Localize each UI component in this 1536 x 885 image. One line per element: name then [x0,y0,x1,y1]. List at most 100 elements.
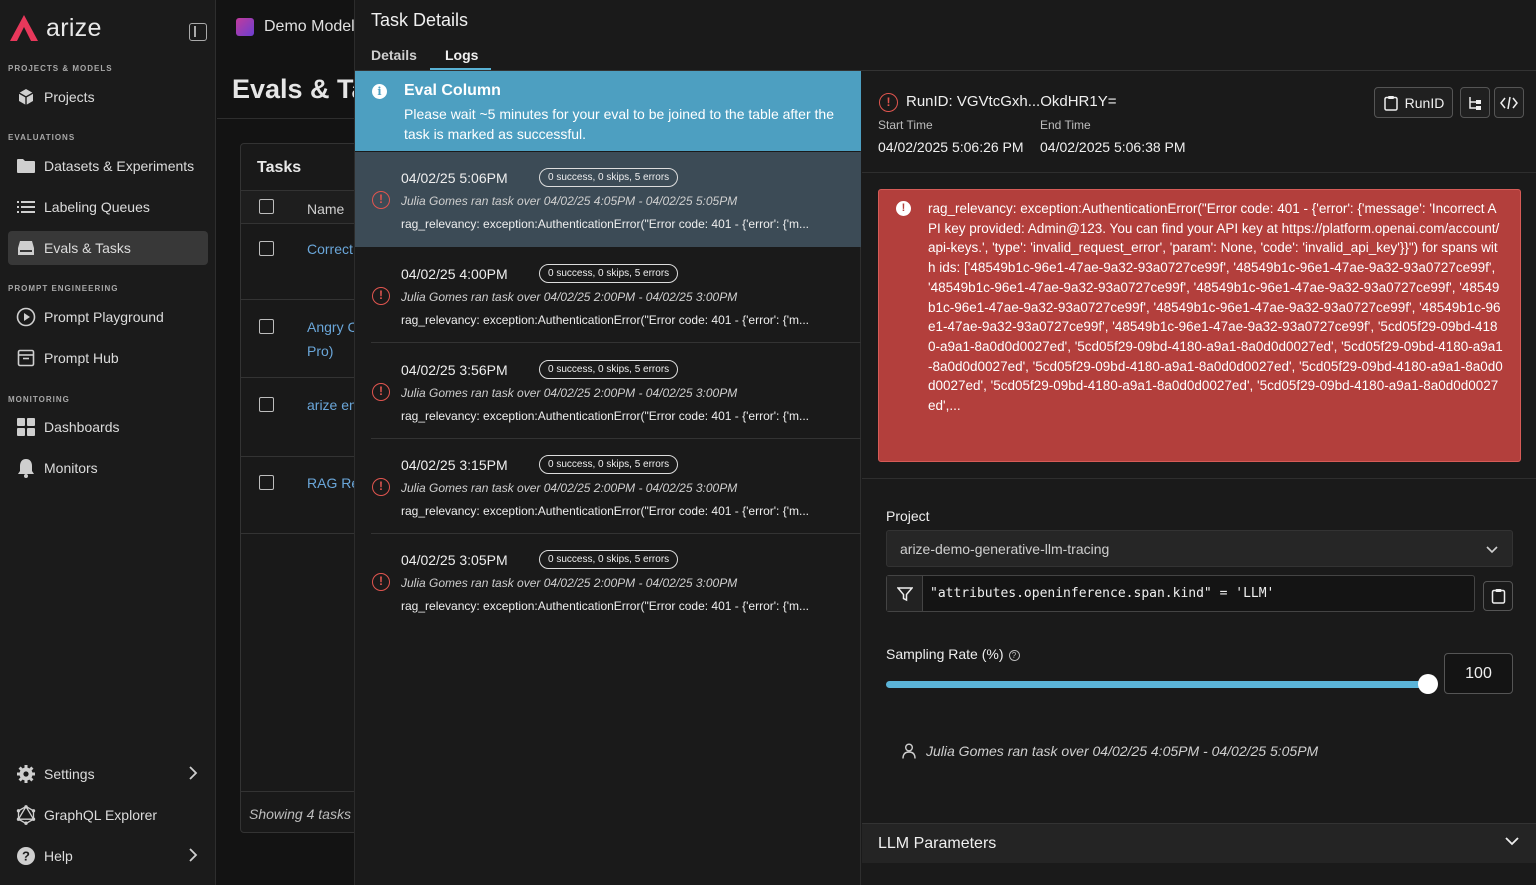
sidebar-item-projects[interactable]: Projects [8,80,208,114]
sampling-rate-text: Sampling Rate (%) [886,646,1004,662]
save-filter-button[interactable] [1483,581,1513,611]
sidebar-item-monitors[interactable]: Monitors [8,451,208,485]
task-run-text: Julia Gomes ran task over 04/02/25 4:05P… [926,743,1319,759]
sampling-rate-input[interactable]: 100 [1444,653,1513,694]
row-checkbox[interactable] [259,241,274,256]
sidebar-item-label: Settings [44,766,95,782]
table-row[interactable]: Angry C Pro) [241,301,369,378]
sidebar-item-prompt-hub[interactable]: Prompt Hub [8,341,208,375]
log-subtitle: Julia Gomes ran task over 04/02/25 2:00P… [401,481,738,495]
tab-details[interactable]: Details [371,47,417,63]
status-badge: 0 success, 0 skips, 5 errors [539,455,679,474]
chevron-down-icon [1505,837,1519,846]
start-time-value: 04/02/2025 5:06:26 PM [878,139,1024,155]
error-icon: ! [372,383,390,401]
table-row[interactable]: Correct [241,225,369,300]
end-time-label: End Time [1040,118,1091,132]
error-icon: ! [879,93,898,112]
clipboard-icon [1491,589,1505,604]
section-monitoring: MONITORING [8,395,70,404]
logo[interactable]: arize [8,12,102,44]
filter-input[interactable]: "attributes.openinference.span.kind" = '… [886,575,1475,612]
task-link[interactable]: Angry C [307,315,358,339]
sidebar-item-graphql-explorer[interactable]: GraphQL Explorer [8,798,208,832]
user-icon [902,743,916,759]
sidebar-item-label: Prompt Playground [44,309,164,325]
model-selector[interactable]: Demo Model [236,18,355,36]
logs-list: i Eval Column Please wait ~5 minutes for… [355,71,861,885]
play-icon [16,307,36,327]
row-checkbox[interactable] [259,475,274,490]
task-link-cont[interactable]: Pro) [307,339,333,363]
help-circle-icon[interactable]: ? [1008,650,1020,661]
help-icon: ? [16,846,36,866]
tab-logs[interactable]: Logs [445,47,478,63]
column-header-name: Name [307,201,345,217]
sidebar-item-settings[interactable]: Settings [8,757,208,791]
table-row[interactable]: arize en [241,379,369,457]
sidebar-item-label: Evals & Tasks [44,240,131,256]
llm-parameters-section[interactable]: LLM Parameters [862,823,1536,863]
chevron-right-icon [189,766,198,780]
task-link[interactable]: RAG Re [307,471,359,495]
gear-icon [16,764,36,784]
sidebar-item-label: Projects [44,89,95,105]
task-details-panel: Task Details Details Logs i Eval Column … [354,0,1536,885]
divider [862,478,1536,479]
cube-icon [16,87,36,107]
llm-parameters-title: LLM Parameters [878,835,997,852]
row-checkbox[interactable] [259,397,274,412]
sidebar-item-prompt-playground[interactable]: Prompt Playground [8,300,208,334]
sidebar-item-label: Help [44,848,73,864]
table-row[interactable]: RAG Re [241,458,369,534]
collapse-sidebar-icon[interactable] [189,23,207,41]
sidebar-item-labeling-queues[interactable]: Labeling Queues [8,190,208,224]
copy-runid-button[interactable]: RunID [1374,87,1453,118]
slider-thumb[interactable] [1418,674,1438,694]
log-item[interactable]: ! 04/02/25 5:06PM 0 success, 0 skips, 5 … [355,152,861,247]
sidebar-item-evals-tasks[interactable]: Evals & Tasks [8,231,208,265]
error-icon: ! [372,573,390,591]
runid-button-label: RunID [1404,94,1445,111]
log-subtitle: Julia Gomes ran task over 04/02/25 4:05P… [401,194,738,208]
log-item[interactable]: ! 04/02/25 3:05PM 0 success, 0 skips, 5 … [355,534,861,629]
code-button[interactable] [1494,87,1524,118]
task-link[interactable]: Correct [307,237,353,261]
sidebar-item-help[interactable]: ? Help [8,839,208,873]
sidebar-item-dashboards[interactable]: Dashboards [8,410,208,444]
log-item[interactable]: ! 04/02/25 3:15PM 0 success, 0 skips, 5 … [355,439,861,534]
active-tab-indicator [430,68,491,70]
task-link[interactable]: arize en [307,393,357,417]
log-time: 04/02/25 3:56PM [401,362,508,378]
trace-button[interactable] [1460,87,1490,118]
sidebar: arize PROJECTS & MODELS Projects EVALUAT… [0,0,216,885]
info-banner: i Eval Column Please wait ~5 minutes for… [355,71,861,151]
sidebar-item-label: GraphQL Explorer [44,807,158,823]
log-item[interactable]: ! 04/02/25 3:56PM 0 success, 0 skips, 5 … [355,344,861,439]
banner-text: Please wait ~5 minutes for your eval to … [404,106,834,142]
log-time: 04/02/25 5:06PM [401,170,508,186]
filter-icon [896,586,913,601]
tree-icon [1469,96,1481,110]
run-id: RunID: VGVtcGxh...OkdHR1Y= [906,93,1117,110]
table-header: Name [241,190,369,224]
chevron-right-icon [189,848,198,862]
error-icon: ! [372,478,390,496]
sidebar-item-datasets[interactable]: Datasets & Experiments [8,149,208,183]
select-all-checkbox[interactable] [259,199,274,214]
sampling-rate-slider[interactable] [886,681,1427,688]
log-subtitle: Julia Gomes ran task over 04/02/25 2:00P… [401,290,738,304]
row-checkbox[interactable] [259,319,274,334]
bell-icon [16,458,36,478]
grid-icon [16,417,36,437]
graphql-icon [16,805,36,825]
divider [217,118,357,119]
tasks-title: Tasks [257,159,302,176]
status-badge: 0 success, 0 skips, 5 errors [539,550,679,569]
log-item[interactable]: ! 04/02/25 4:00PM 0 success, 0 skips, 5 … [355,248,861,343]
filter-query: "attributes.openinference.span.kind" = '… [930,586,1275,601]
project-select[interactable]: arize-demo-generative-llm-tracing [886,530,1513,567]
error-icon: ! [372,191,390,209]
error-message-box: ! rag_relevancy: exception:Authenticatio… [878,189,1521,462]
filter-button[interactable] [887,576,923,611]
